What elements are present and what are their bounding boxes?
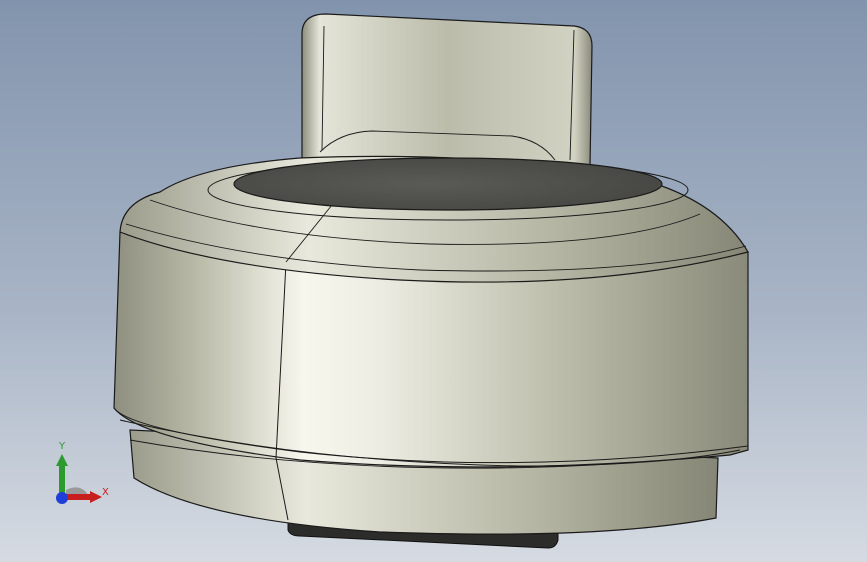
y-axis-arrow — [56, 454, 68, 496]
top-face[interactable] — [233, 157, 663, 211]
z-axis-dot — [56, 492, 68, 504]
y-axis-label: Y — [59, 441, 66, 452]
part-model[interactable] — [0, 0, 867, 562]
x-axis-label: X — [102, 487, 109, 498]
flat-tab[interactable] — [301, 13, 593, 167]
cad-viewport[interactable]: Y X — [0, 0, 867, 562]
axis-triad: Y X — [46, 438, 116, 512]
